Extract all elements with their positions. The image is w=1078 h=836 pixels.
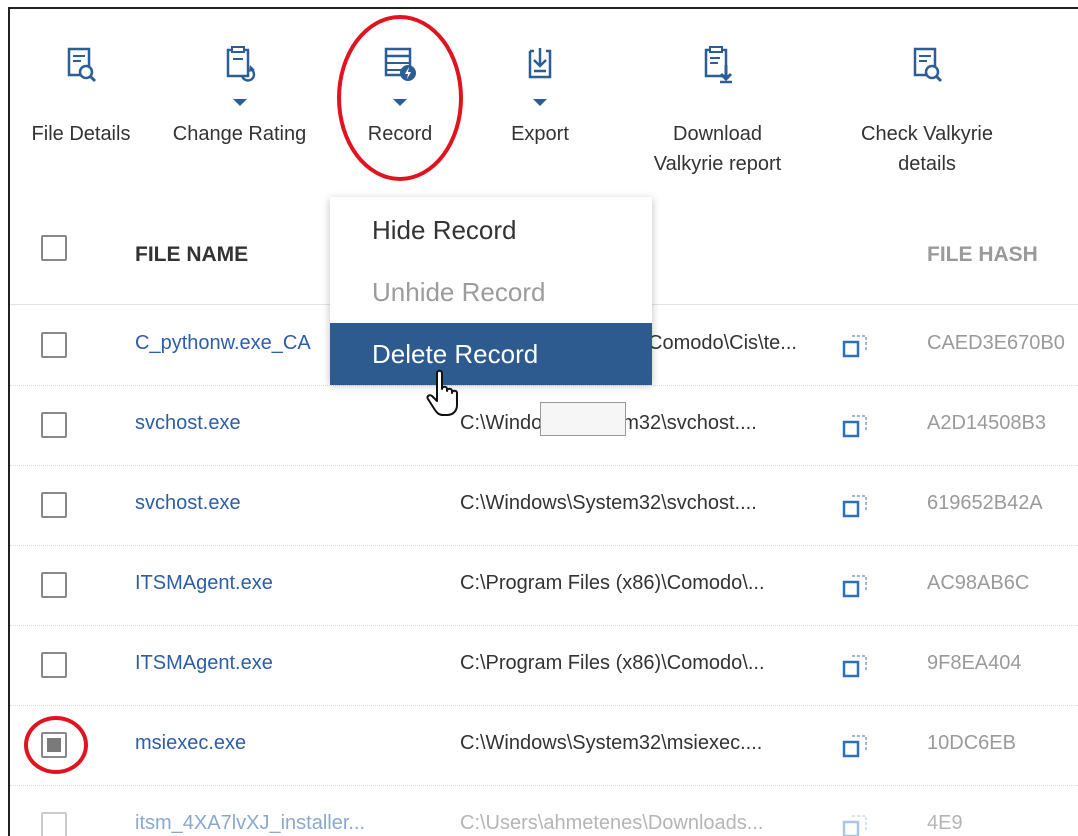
file-name-link[interactable]: svchost.exe: [135, 492, 241, 515]
change-rating-label: Change Rating: [172, 123, 307, 145]
export-icon: [528, 48, 552, 79]
hand-pointer-cursor-icon: [426, 369, 458, 416]
file-name-link[interactable]: C_pythonw.exe_CA: [135, 332, 311, 355]
file-name-link[interactable]: svchost.exe: [135, 412, 241, 435]
file-path: C:\Program Files (x86)\Comodo\...: [460, 652, 765, 674]
column-header-file-name[interactable]: FILE NAME: [135, 243, 248, 267]
file-details-button[interactable]: File Details: [22, 9, 140, 199]
file-hash: 9F8EA404: [927, 652, 1022, 674]
change-rating-caret-icon: [232, 99, 247, 106]
table-row: ITSMAgent.exe C:\Program Files (x86)\Com…: [10, 626, 1078, 706]
file-path: C:\Program Files (x86)\Comodo\...: [460, 572, 765, 594]
download-report-icon: [704, 46, 732, 84]
file-path: C:\Windows\System32\svchost....: [460, 412, 840, 435]
copy-icon[interactable]: [842, 812, 870, 836]
table-row: itsm_4XA7lvXJ_installer... C:\Users\ahme…: [10, 786, 1078, 836]
download-report-label-line1: Download: [673, 123, 762, 145]
delete-record-menu-item[interactable]: Delete Record: [330, 323, 652, 385]
row-checkbox[interactable]: [41, 812, 67, 836]
file-path: C:\Users\ahmetenes\Downloads...: [460, 812, 764, 834]
table-row: ITSMAgent.exe C:\Program Files (x86)\Com…: [10, 546, 1078, 626]
export-button[interactable]: Export: [490, 9, 590, 199]
file-hash: A2D14508B3: [927, 412, 1046, 434]
copy-icon[interactable]: [842, 652, 870, 680]
file-list-panel: File Details Change Rating Record Export…: [8, 7, 1078, 836]
select-all-checkbox[interactable]: [41, 235, 67, 261]
file-details-icon: [67, 47, 97, 83]
column-header-file-hash[interactable]: FILE HASH: [927, 243, 1038, 267]
check-details-icon: [913, 47, 943, 83]
row-checkbox[interactable]: [41, 412, 67, 438]
file-name-link[interactable]: msiexec.exe: [135, 732, 246, 755]
file-name-link[interactable]: ITSMAgent.exe: [135, 572, 273, 595]
download-valkyrie-report-button[interactable]: Download Valkyrie report: [635, 9, 800, 199]
export-caret-icon: [533, 99, 547, 106]
record-button[interactable]: Record: [350, 9, 450, 199]
check-valkyrie-details-button[interactable]: Check Valkyrie details: [848, 9, 1006, 199]
file-path: Comodo\Cis\te...: [648, 332, 797, 354]
row-checkbox[interactable]: [41, 492, 67, 518]
toolbar: File Details Change Rating Record Export…: [10, 9, 1078, 199]
file-details-label: File Details: [31, 123, 131, 145]
file-name-link[interactable]: ITSMAgent.exe: [135, 652, 273, 675]
file-hash: AC98AB6C: [927, 572, 1030, 594]
row-checkbox[interactable]: [41, 652, 67, 678]
unhide-record-menu-item[interactable]: Unhide Record: [330, 261, 652, 323]
check-details-label-line1: Check Valkyrie: [861, 123, 993, 145]
change-rating-button[interactable]: Change Rating: [162, 9, 317, 199]
file-hash: CAED3E670B0: [927, 332, 1065, 354]
change-rating-icon: [226, 46, 255, 82]
download-report-label-line2: Valkyrie report: [653, 153, 782, 175]
record-caret-icon: [393, 99, 407, 106]
file-name-link[interactable]: itsm_4XA7lvXJ_installer...: [135, 812, 365, 835]
copy-icon[interactable]: [842, 572, 870, 600]
hide-record-menu-item[interactable]: Hide Record: [330, 199, 652, 261]
file-hash: 4E9: [927, 812, 963, 834]
file-path: C:\Windows\System32\msiexec....: [460, 732, 763, 754]
file-path: C:\Windows\System32\svchost....: [460, 492, 757, 514]
copy-icon[interactable]: [842, 412, 870, 440]
check-details-label-line2: details: [898, 153, 956, 175]
record-dropdown-menu: Hide Record Unhide Record Delete Record: [330, 197, 652, 385]
export-label: Export: [511, 123, 569, 145]
file-hash: 619652B42A: [927, 492, 1043, 514]
record-label: Record: [367, 123, 433, 145]
table-row: svchost.exe C:\Windows\System32\svchost.…: [10, 466, 1078, 546]
row-checkbox[interactable]: [41, 572, 67, 598]
file-hash: 10DC6EB: [927, 732, 1016, 754]
table-row: msiexec.exe C:\Windows\System32\msiexec.…: [10, 706, 1078, 786]
tooltip: [540, 402, 626, 436]
row-checkbox[interactable]: [41, 732, 67, 758]
record-icon: [384, 47, 416, 81]
row-checkbox[interactable]: [41, 332, 67, 358]
copy-icon[interactable]: [842, 332, 870, 360]
copy-icon[interactable]: [842, 732, 870, 760]
copy-icon[interactable]: [842, 492, 870, 520]
